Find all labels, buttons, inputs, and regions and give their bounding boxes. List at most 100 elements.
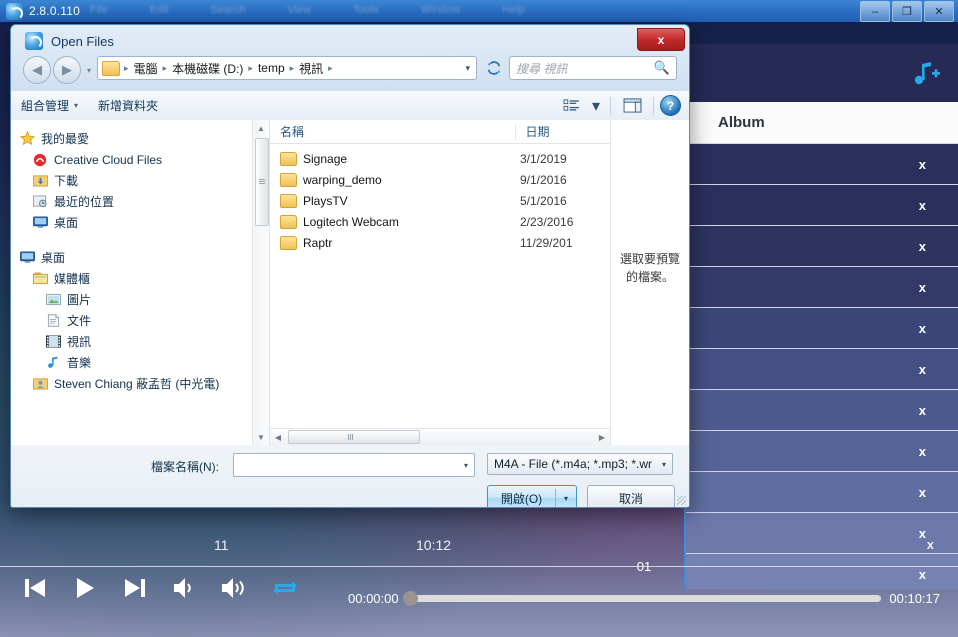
playlist-row[interactable]: x [686, 144, 958, 185]
address-dropdown-icon[interactable]: ▾ [465, 63, 470, 74]
navigation-tree: 我的最愛 Creative Cloud Files 下載 最近的位置 桌面 桌面 媒體櫃 圖片… [11, 120, 269, 394]
playlist-row[interactable]: x [686, 472, 958, 513]
play-icon[interactable] [70, 573, 100, 603]
forward-button[interactable]: ▶ [53, 56, 81, 84]
table-row[interactable]: Raptr 11/29/201 [270, 232, 610, 253]
duration-label: 00:10:17 [889, 591, 940, 606]
scroll-up-icon[interactable]: ▲ [253, 120, 269, 136]
new-folder-button[interactable]: 新增資料夾 [88, 97, 168, 114]
playlist-row[interactable]: x [686, 308, 958, 349]
remove-all-button[interactable]: x [927, 537, 934, 552]
breadcrumb-item[interactable]: 視訊 [296, 60, 326, 77]
column-header-name[interactable]: 名稱 [270, 123, 515, 140]
view-dropdown-icon[interactable]: ▾ [588, 95, 604, 117]
nav-item-label: 我的最愛 [41, 132, 90, 146]
hscroll-right-icon[interactable]: ▶ [594, 433, 610, 442]
filename-input[interactable]: ▾ [233, 453, 475, 477]
playlist-row[interactable]: x [686, 390, 958, 431]
remove-track-button[interactable]: x [919, 239, 926, 254]
table-row[interactable]: warping_demo 9/1/2016 [270, 169, 610, 190]
scroll-down-icon[interactable]: ▼ [253, 429, 269, 445]
organize-menu[interactable]: 組合管理 ▾ [11, 97, 88, 114]
nav-item-downloads[interactable]: 下載 [19, 170, 269, 191]
nav-item-user-folder[interactable]: Steven Chiang 蔽孟哲 (中光電) [19, 373, 269, 394]
creative-cloud-icon [32, 152, 48, 168]
hscroll-thumb[interactable] [288, 430, 420, 444]
seek-slider[interactable] [402, 591, 882, 606]
breadcrumb-separator: ▸ [124, 62, 129, 73]
table-row[interactable]: Logitech Webcam 2/23/2016 [270, 211, 610, 232]
nav-pane-scrollbar[interactable]: ▲ ▼ [252, 120, 269, 445]
playlist-row[interactable]: x [686, 185, 958, 226]
nav-item-music[interactable]: 音樂 [19, 352, 269, 373]
close-button[interactable]: ✕ [924, 1, 954, 22]
remove-track-button[interactable]: x [919, 280, 926, 295]
cancel-button[interactable]: 取消 [587, 485, 675, 507]
folder-icon [280, 193, 297, 208]
filename-dropdown-icon[interactable]: ▾ [464, 461, 468, 470]
remove-track-button[interactable]: x [919, 321, 926, 336]
volume-low-icon[interactable] [170, 573, 200, 603]
breadcrumb-item[interactable]: temp [255, 61, 288, 75]
app-version-label: 2.8.0.110 [29, 4, 80, 18]
open-button-dropdown-icon[interactable]: ▾ [556, 494, 576, 503]
nav-item-desktop[interactable]: 桌面 [19, 247, 269, 268]
back-button[interactable]: ◀ [23, 56, 51, 84]
playlist-row[interactable]: x [686, 349, 958, 390]
remove-track-button[interactable]: x [919, 362, 926, 377]
remove-track-button[interactable]: x [919, 444, 926, 459]
nav-item-documents[interactable]: 文件 [19, 310, 269, 331]
maximize-button[interactable]: ❐ [892, 1, 922, 22]
playlist-row[interactable]: x [686, 431, 958, 472]
repeat-icon[interactable] [270, 573, 300, 603]
nav-item-recent-places[interactable]: 最近的位置 [19, 191, 269, 212]
view-list-icon[interactable] [556, 95, 586, 117]
help-icon[interactable]: ? [660, 95, 681, 116]
next-track-icon[interactable] [120, 573, 150, 603]
previous-track-icon[interactable] [20, 573, 50, 603]
nav-item-desktop[interactable]: 桌面 [19, 212, 269, 233]
resize-grip[interactable] [677, 496, 686, 505]
remove-track-button[interactable]: x [919, 157, 926, 172]
file-date-cell: 5/1/2016 [520, 193, 567, 208]
open-button[interactable]: 開啟(O) ▾ [487, 485, 577, 507]
remove-track-button[interactable]: x [919, 403, 926, 418]
dialog-footer: 檔案名稱(N): ▾ M4A - File (*.m4a; *.mp3; *.w… [11, 445, 689, 507]
preview-pane-icon[interactable] [617, 95, 647, 117]
add-music-icon[interactable] [912, 61, 940, 87]
search-input[interactable]: 搜尋 視訊 [516, 60, 654, 77]
breadcrumb-item[interactable]: 本機磁碟 (D:) [169, 60, 246, 77]
file-list-hscrollbar[interactable]: ◀ ▶ [270, 428, 610, 445]
nav-item-pictures[interactable]: 圖片 [19, 289, 269, 310]
ghost-menu-tabs: File Edit Search View Tools Window Help [90, 0, 710, 20]
column-header-date[interactable]: 日期 [516, 123, 610, 140]
scroll-thumb[interactable] [255, 138, 269, 226]
seek-handle[interactable] [402, 591, 418, 606]
playlist-row[interactable]: x [686, 267, 958, 308]
transport-controls [20, 573, 300, 603]
address-bar[interactable]: ▸ 電腦 ▸ 本機磁碟 (D:) ▸ temp ▸ 視訊 ▸ ▾ [97, 56, 477, 80]
refresh-icon[interactable] [483, 56, 505, 80]
table-row[interactable]: PlaysTV 5/1/2016 [270, 190, 610, 211]
ghost-menu-item: Search [210, 4, 246, 16]
history-dropdown-icon[interactable]: ▾ [83, 59, 95, 81]
hscroll-left-icon[interactable]: ◀ [270, 433, 286, 442]
nav-item-libraries[interactable]: 媒體櫃 [19, 268, 269, 289]
dialog-close-button[interactable]: x [637, 28, 685, 51]
remove-track-button[interactable]: x [919, 198, 926, 213]
nav-item-star[interactable]: 我的最愛 [19, 128, 269, 149]
file-name-cell: warping_demo [270, 172, 520, 187]
table-row[interactable]: Signage 3/1/2019 [270, 148, 610, 169]
file-name-label: Logitech Webcam [303, 214, 399, 229]
nav-item-creative-cloud[interactable]: Creative Cloud Files [19, 149, 269, 170]
remove-track-button[interactable]: x [919, 485, 926, 500]
filetype-select[interactable]: M4A - File (*.m4a; *.mp3; *.wr ▾ [487, 453, 673, 475]
open-button-label: 開啟(O) [500, 491, 543, 506]
playlist-row[interactable]: x [686, 226, 958, 267]
search-box[interactable]: 搜尋 視訊 🔍 [509, 56, 677, 80]
minimize-button[interactable]: – [860, 1, 890, 22]
app-logo-icon [6, 2, 23, 20]
volume-high-icon[interactable] [220, 573, 250, 603]
nav-item-videos[interactable]: 視訊 [19, 331, 269, 352]
breadcrumb-item[interactable]: 電腦 [131, 60, 161, 77]
